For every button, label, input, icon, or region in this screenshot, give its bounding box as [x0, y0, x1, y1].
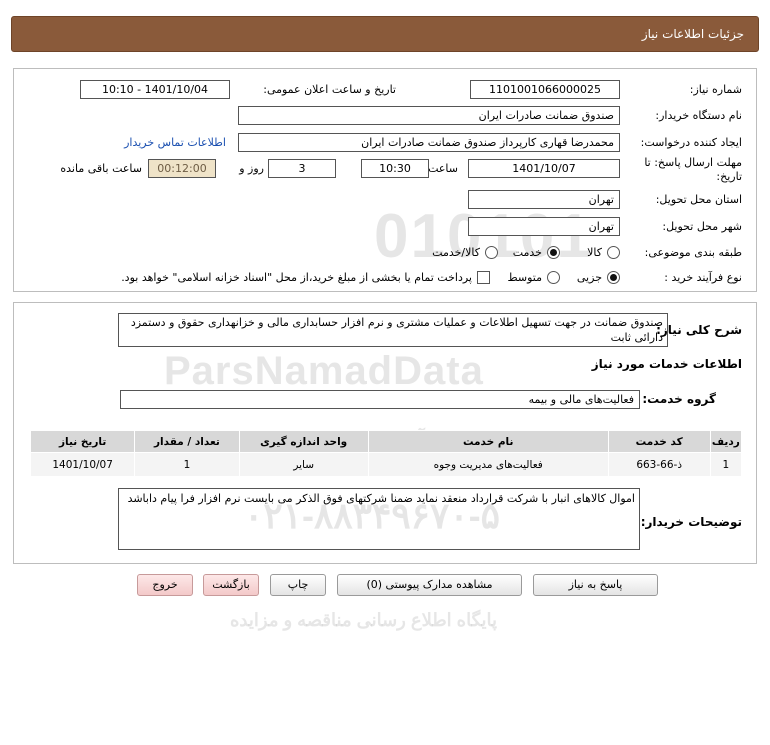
reply-to-need-button[interactable]: پاسخ به نیاز: [533, 574, 658, 596]
treasury-payment-note: پرداخت تمام یا بخشی از مبلغ خرید،از محل …: [121, 271, 472, 284]
category-radio-service[interactable]: [547, 246, 560, 259]
print-button[interactable]: چاپ: [270, 574, 326, 596]
treasury-payment-checkbox[interactable]: [477, 271, 490, 284]
process-option-medium: متوسط: [507, 271, 542, 284]
need-number-field: 1101001066000025: [470, 80, 620, 99]
province-label: استان محل تحویل:: [655, 193, 742, 206]
summary-label: شرح کلی نیاز:: [656, 323, 742, 337]
remaining-time-field: 00:12:00: [148, 159, 216, 178]
category-option-service: خدمت: [512, 246, 542, 259]
need-description-panel: ParsNamadData مرکز فرآوری اطلاعات پارس ن…: [13, 302, 757, 564]
buyer-contact-link[interactable]: اطلاعات تماس خریدار: [124, 136, 226, 149]
process-type-label: نوع فرآیند خرید :: [664, 271, 742, 284]
cell-unit: سایر: [238, 452, 369, 477]
watermark-brand: ParsNamadData: [164, 349, 484, 393]
col-name-header: نام خدمت: [367, 430, 609, 453]
category-option-goods-service: کالا/خدمت: [432, 246, 480, 259]
city-label: شهر محل تحویل:: [662, 220, 742, 233]
need-number-label: شماره نیاز:: [689, 83, 742, 96]
col-row-header: ردیف: [709, 430, 743, 453]
remaining-time-label: ساعت باقی مانده: [60, 162, 142, 175]
col-code-header: کد خدمت: [607, 430, 711, 453]
cell-qty: 1: [134, 452, 240, 477]
category-label: طبقه بندی موضوعی:: [644, 246, 742, 259]
exit-button[interactable]: خروج: [137, 574, 193, 596]
buyer-notes-box: اموال کالاهای انبار با شرکت قرارداد منعق…: [118, 488, 640, 550]
cell-code: ذ-66-663: [607, 452, 711, 477]
service-group-label: گروه خدمت:: [642, 392, 716, 406]
deadline-label-line1: مهلت ارسال پاسخ: تا: [644, 156, 742, 169]
view-attachments-button[interactable]: مشاهده مدارک پیوستی (0): [337, 574, 522, 596]
table-row: 1 ذ-66-663 فعالیت‌های مدیریت وجوه سایر 1…: [29, 452, 743, 477]
deadline-label-line2: تاریخ:: [716, 170, 742, 183]
service-group-field: فعالیت‌های مالی و بیمه: [120, 390, 640, 409]
requester-field: محمدرضا قهاری کارپرداز صندوق ضمانت صادرا…: [238, 133, 620, 152]
cell-name: فعالیت‌های مدیریت وجوه: [367, 452, 609, 477]
cell-date: 1401/10/07: [29, 452, 136, 477]
page-title: جزئیات اطلاعات نیاز: [641, 27, 744, 41]
col-unit-header: واحد اندازه گیری: [238, 430, 369, 453]
category-radio-goods[interactable]: [607, 246, 620, 259]
col-date-header: تاریخ نیاز: [29, 430, 136, 453]
process-radio-minor[interactable]: [607, 271, 620, 284]
requester-label: ایجاد کننده درخواست:: [640, 136, 742, 149]
buyer-notes-label: توضیحات خریدار:: [640, 515, 742, 529]
process-radio-medium[interactable]: [547, 271, 560, 284]
process-option-minor: جزیی: [576, 271, 602, 284]
category-option-goods: کالا: [587, 246, 602, 259]
category-radio-goods-service[interactable]: [485, 246, 498, 259]
deadline-days-field: 3: [268, 159, 336, 178]
announce-datetime-label: تاریخ و ساعت اعلان عمومی:: [263, 83, 396, 96]
services-section-title: اطلاعات خدمات مورد نیاز: [591, 357, 742, 371]
deadline-days-label: روز و: [239, 162, 264, 175]
deadline-time-field: 10:30: [361, 159, 429, 178]
deadline-time-label: ساعت: [428, 162, 458, 175]
col-qty-header: تعداد / مقدار: [134, 430, 240, 453]
services-table: ردیف کد خدمت نام خدمت واحد اندازه گیری ت…: [29, 430, 743, 477]
province-field: تهران: [468, 190, 620, 209]
cell-row: 1: [709, 452, 743, 477]
buyer-org-field: صندوق ضمانت صادرات ایران: [238, 106, 620, 125]
summary-box: صندوق ضمانت در جهت تسهیل اطلاعات و عملیا…: [118, 313, 668, 347]
deadline-date-field: 1401/10/07: [468, 159, 620, 178]
watermark-tender-portal: پایگاه اطلاع رسانی مناقصه و مزایده: [230, 610, 498, 630]
buyer-org-label: نام دستگاه خریدار:: [655, 109, 742, 122]
services-table-header: ردیف کد خدمت نام خدمت واحد اندازه گیری ت…: [29, 430, 743, 453]
announce-datetime-field: 1401/10/04 - 10:10: [80, 80, 230, 99]
watermark-digits: 010101: [374, 202, 593, 271]
back-button[interactable]: بازگشت: [203, 574, 259, 596]
page-title-bar: جزئیات اطلاعات نیاز: [11, 16, 759, 52]
need-info-panel: 010101 شماره نیاز: 1101001066000025 تاری…: [13, 68, 757, 292]
city-field: تهران: [468, 217, 620, 236]
